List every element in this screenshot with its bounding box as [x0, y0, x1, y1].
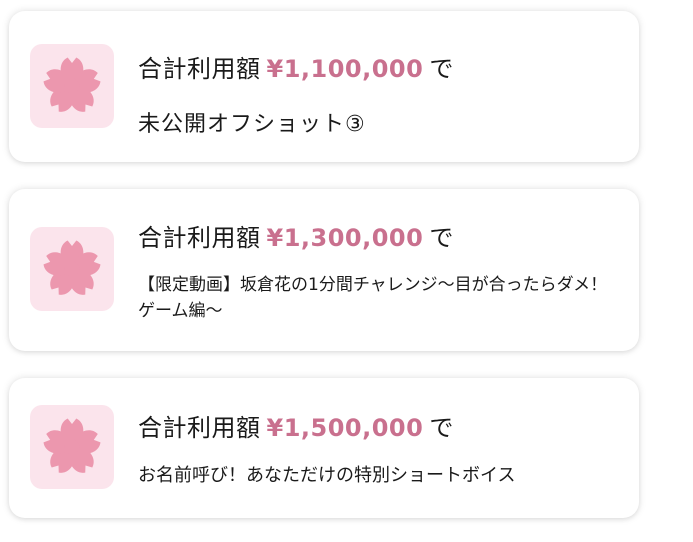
sakura-icon [43, 418, 101, 473]
amount-suffix: で [429, 414, 454, 442]
sakura-icon-box [30, 227, 114, 311]
amount-suffix: で [429, 224, 454, 252]
reward-card-1: 合計利用額 ¥1,100,000 で 未公開オフショット③ [9, 11, 639, 162]
reward-text: 未公開オフショット③ [138, 112, 366, 137]
tier-headline: 合計利用額 ¥1,100,000 で [138, 49, 454, 84]
amount-value: ¥1,500,000 [266, 414, 424, 442]
reward-text: お名前呼び！あなただけの特別ショートボイス [138, 465, 516, 486]
amount-suffix: で [429, 55, 454, 83]
amount-label: 合計利用額 [138, 414, 261, 442]
amount-value: ¥1,100,000 [266, 55, 424, 83]
sakura-icon-box [30, 44, 114, 128]
sakura-icon [43, 57, 101, 112]
amount-label: 合計利用額 [138, 55, 261, 83]
amount-value: ¥1,300,000 [266, 224, 424, 252]
reward-text: 【限定動画】坂倉花の1分間チャレンジ〜目が合ったらダメ！ゲーム編〜 [138, 275, 608, 321]
tier-headline: 合計利用額 ¥1,300,000 で [138, 218, 454, 253]
sakura-icon-box [30, 405, 114, 489]
amount-label: 合計利用額 [138, 224, 261, 252]
reward-card-2: 合計利用額 ¥1,300,000 で 【限定動画】坂倉花の1分間チャレンジ〜目が合っ… [9, 189, 639, 351]
reward-card-3: 合計利用額 ¥1,500,000 で お名前呼び！あなただけの特別ショートボイス [9, 378, 639, 518]
tier-headline: 合計利用額 ¥1,500,000 で [138, 408, 454, 443]
sakura-icon [43, 240, 101, 295]
